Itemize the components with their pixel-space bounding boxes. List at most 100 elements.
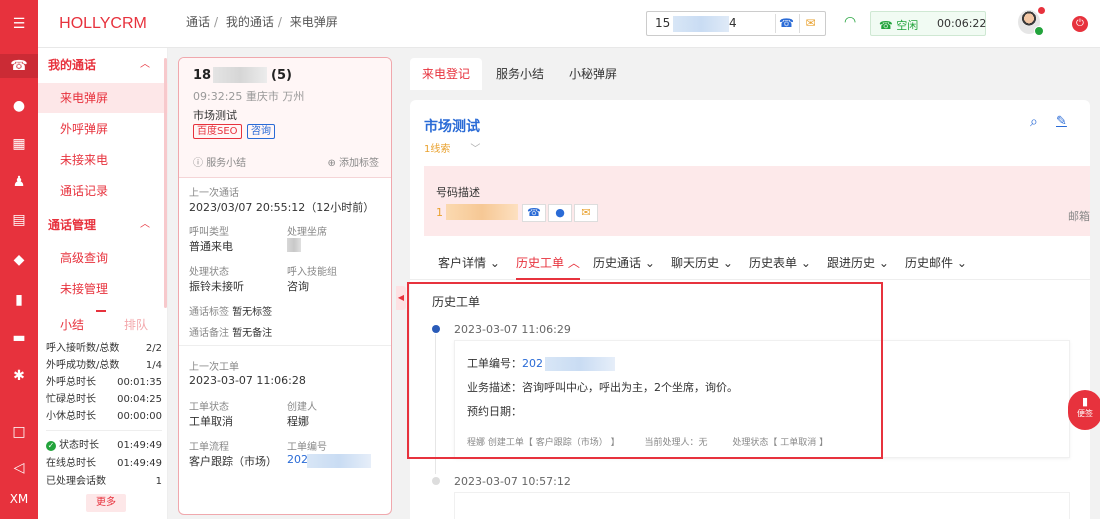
chevron-down-icon: ﹀ [470, 144, 481, 155]
customer-stage[interactable]: 1线索 ﹀ [424, 140, 480, 155]
wifi-icon: ◠ [844, 14, 857, 30]
dial-number-input[interactable]: 15 4 ☎ ✉ [646, 11, 826, 36]
bookmark-icon: ▮ [1081, 395, 1089, 408]
chat-icon[interactable]: ● [548, 204, 572, 222]
menu-item-missed-calls[interactable]: 未接来电 [38, 145, 168, 175]
tab-history-forms[interactable]: 历史表单 ⌄ [749, 246, 811, 280]
power-icon[interactable]: ⏻ [1072, 16, 1088, 32]
dial-number-suffix: 4 [729, 16, 737, 30]
search-icon[interactable]: ⌕ [1030, 114, 1038, 130]
message-icon[interactable]: ▬ [0, 326, 38, 350]
last-call-title: 上一次通话 [189, 188, 239, 199]
menu-group-call-management[interactable]: 通话管理 ︿ [38, 208, 168, 242]
menu-item-call-records[interactable]: 通话记录 [38, 176, 168, 206]
caller-type: 市场测试 [193, 109, 237, 122]
stat-row: 已处理会话数 1 [46, 476, 162, 487]
dial-phone-icon[interactable]: ☎ [775, 14, 797, 33]
shield-icon[interactable]: ◆ [0, 248, 38, 272]
stat-row: 外呼成功数/总数 1/4 [46, 360, 162, 371]
menu-scrollbar[interactable] [164, 58, 167, 308]
send-icon[interactable]: ◁ [0, 456, 38, 480]
brand-logo: HOLLYCRM [59, 15, 147, 32]
tab-history-orders[interactable]: 历史工单 ︿ [516, 246, 580, 280]
order-status-label: 工单状态 [189, 402, 229, 413]
tab-call-register[interactable]: 来电登记 [410, 58, 483, 90]
menu-group-my-calls[interactable]: 我的通话 ︿ [38, 48, 168, 82]
top-header: HOLLYCRM 通话 / 我的通话 / 来电弹屏 15 4 ☎ ✉ ◠ ☎ 空闲 … [38, 0, 1100, 48]
tab-summary[interactable]: 小结 [60, 316, 84, 333]
breadcrumb-item[interactable]: 我的通话 [226, 15, 274, 29]
chat-icon[interactable]: ● [0, 94, 38, 118]
tab-followup-history[interactable]: 跟进历史 ⌄ [827, 246, 889, 280]
more-button[interactable]: 更多 [86, 494, 126, 512]
timeline-dot [432, 477, 440, 485]
tab-service-summary[interactable]: 服务小结 [484, 58, 556, 90]
creator-value: 程娜 [287, 415, 309, 428]
order-flow-value: 客户跟踪（市场） [189, 455, 277, 468]
clipboard-icon[interactable]: ▤ [0, 208, 38, 232]
masked-number [673, 16, 729, 32]
last-order-title: 上一次工单 [189, 362, 239, 373]
chevron-up-icon: ︿ [140, 219, 150, 230]
tab-indicator [96, 310, 106, 312]
chart-icon[interactable]: ▮ [0, 288, 38, 312]
breadcrumb-item[interactable]: 通话 [186, 15, 210, 29]
phone-description-box: 号码描述 1 ☎ ● ✉ 邮箱 [424, 166, 1090, 236]
call-phone-icon[interactable]: ☎ [522, 204, 546, 222]
tab-history-email[interactable]: 历史邮件 ⌄ [905, 246, 967, 280]
tab-customer-detail[interactable]: 客户详情 ⌄ [438, 246, 500, 280]
menu-item-outbound-popup[interactable]: 外呼弹屏 [38, 114, 168, 144]
work-order-card[interactable] [454, 492, 1070, 519]
sticky-note-button[interactable]: ▮ 便签 [1068, 390, 1100, 430]
sms-icon[interactable]: ✉ [574, 204, 598, 222]
add-tag-button[interactable]: ⊕ 添加标签 [327, 154, 379, 169]
call-type-label: 呼叫类型 [189, 227, 229, 238]
divider [46, 430, 162, 431]
tab-queue[interactable]: 排队 [124, 316, 148, 333]
tag-baidu-seo[interactable]: 百度SEO [193, 124, 242, 139]
menu-item-incoming-popup[interactable]: 来电弹屏 [38, 83, 168, 113]
gear-icon[interactable]: ✱ [0, 364, 38, 388]
caller-call-count: (5) [271, 68, 292, 83]
breadcrumb-item-current: 来电弹屏 [289, 15, 338, 29]
menu-toggle-icon[interactable]: ☰ [0, 12, 38, 36]
agent-label: 处理坐席 [287, 227, 327, 238]
status-timer: 00:06:22 [937, 17, 987, 30]
tab-secretary-popup[interactable]: 小秘弹屏 [557, 58, 629, 90]
user-icon[interactable]: ♟ [0, 170, 38, 194]
timeline-date: 2023-03-07 10:57:12 [454, 475, 571, 488]
agent-status: ☎ 空闲 [879, 19, 919, 32]
menu-item-advanced-search[interactable]: 高级查询 [38, 243, 168, 273]
menu-item-missed-management[interactable]: 未接管理 [38, 274, 168, 304]
call-type-value: 普通来电 [189, 240, 233, 253]
service-summary-link[interactable]: ⓘ 服务小结 [193, 154, 246, 169]
stat-row: 小休总时长 00:00:00 [46, 411, 162, 422]
book-icon[interactable]: □ [0, 420, 38, 444]
dial-chat-icon[interactable]: ✉ [799, 14, 821, 33]
caller-panel: 18 (5) 09:32:25 重庆市 万州 市场测试 百度SEO 咨询 ⓘ 服… [178, 57, 392, 515]
divider [179, 345, 391, 346]
collapse-panel-icon[interactable]: ◀ [396, 286, 406, 310]
stat-row: 在线总时长 01:49:49 [46, 458, 162, 469]
breadcrumb: 通话 / 我的通话 / 来电弹屏 [186, 15, 338, 29]
edit-icon[interactable]: ✎ [1056, 114, 1067, 129]
tab-history-calls[interactable]: 历史通话 ⌄ [593, 246, 655, 280]
agent-status-box[interactable]: ☎ 空闲 00:06:22 [870, 11, 986, 36]
tab-chat-history[interactable]: 聊天历史 ⌄ [671, 246, 733, 280]
mailbox-label: 邮箱 [1068, 210, 1090, 223]
detail-subtabs: 客户详情 ⌄ 历史工单 ︿ 历史通话 ⌄ 聊天历史 ⌄ 历史表单 ⌄ 跟进历史 … [410, 246, 1090, 280]
phone-icon[interactable]: ☎ [0, 54, 38, 78]
icon-rail: ☰ ☎ ● ▦ ♟ ▤ ◆ ▮ ▬ ✱ □ ◁ XM [0, 0, 38, 519]
check-icon: ✓ [46, 441, 56, 451]
sidebar-menu: 我的通话 ︿ 来电弹屏 外呼弹屏 未接来电 通话记录 通话管理 ︿ 高级查询 未接管… [38, 48, 168, 519]
tag-consult[interactable]: 咨询 [247, 124, 275, 139]
masked-agent [287, 238, 301, 252]
grid-icon[interactable]: ▦ [0, 132, 38, 156]
order-number-link[interactable]: 202 [287, 453, 308, 466]
call-tag-row: 通话标签 暂无标签 [189, 307, 273, 318]
order-status-value: 工单取消 [189, 415, 233, 428]
online-status-icon [1034, 26, 1044, 36]
summary-tabs: 小结 排队 [38, 310, 168, 336]
caller-number-prefix: 18 [193, 68, 212, 83]
stat-row: 外呼总时长 00:01:35 [46, 377, 162, 388]
